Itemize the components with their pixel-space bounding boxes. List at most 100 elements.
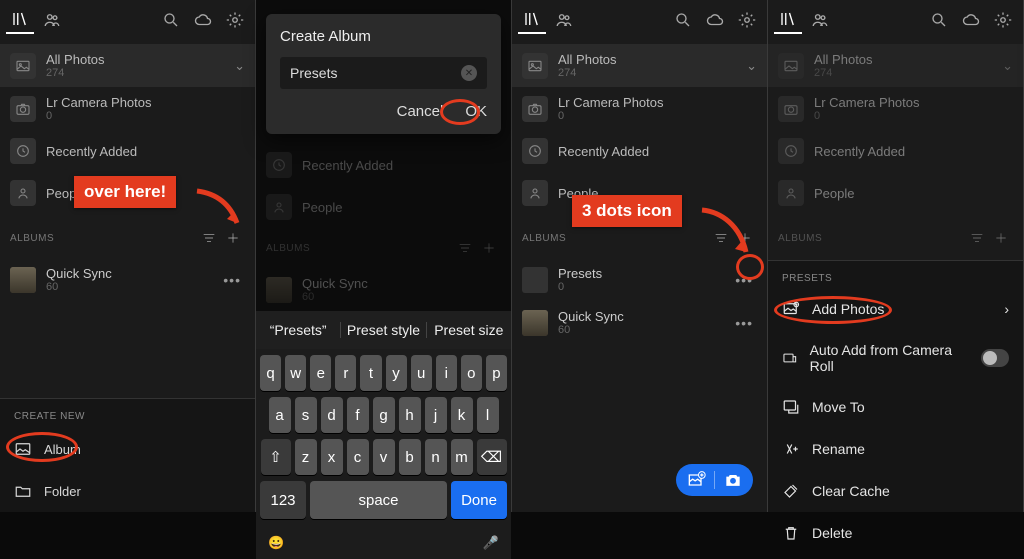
clock-icon (266, 152, 292, 178)
add-album-icon (477, 236, 501, 260)
person-icon (522, 180, 548, 206)
key-h[interactable]: h (399, 397, 421, 433)
settings-icon[interactable] (221, 6, 249, 34)
cancel-button[interactable]: Cancel (397, 103, 444, 120)
album-name-input[interactable]: Presets ✕ (280, 57, 487, 89)
menu-move-to[interactable]: Move To (768, 386, 1023, 428)
key-done[interactable]: Done (451, 481, 507, 519)
cloud-icon[interactable] (957, 6, 985, 34)
lr-camera-item[interactable]: Lr Camera Photos0 (0, 87, 255, 130)
cloud-icon[interactable] (189, 6, 217, 34)
folder-icon (14, 482, 32, 500)
all-photos-label: All Photos (46, 52, 224, 67)
key-i[interactable]: i (436, 355, 457, 391)
sort-icon[interactable] (709, 226, 733, 250)
camera-add-button[interactable] (676, 464, 753, 496)
key-w[interactable]: w (285, 355, 306, 391)
recently-added-item[interactable]: Recently Added (512, 130, 767, 172)
emoji-icon[interactable]: 😀 (268, 535, 284, 551)
album-quick-sync[interactable]: Quick Sync60 ••• (512, 301, 767, 344)
album-presets[interactable]: Presets0 ••• (512, 258, 767, 301)
key-a[interactable]: a (269, 397, 291, 433)
annotation-over-here: over here! (74, 176, 176, 208)
key-q[interactable]: q (260, 355, 281, 391)
recently-added-item[interactable]: Recently Added (0, 130, 255, 172)
auto-add-toggle[interactable] (981, 349, 1009, 367)
all-photos-count: 274 (46, 67, 224, 79)
move-icon (782, 398, 800, 416)
people-tab-icon[interactable] (38, 6, 66, 34)
key-m[interactable]: m (451, 439, 473, 475)
menu-delete[interactable]: Delete (768, 512, 1023, 554)
search-icon[interactable] (925, 6, 953, 34)
library-tab-icon[interactable] (774, 6, 802, 34)
lr-camera-label: Lr Camera Photos (46, 95, 245, 110)
library-tab-icon[interactable] (6, 6, 34, 34)
suggestion-3[interactable]: Preset size (427, 322, 511, 338)
key-v[interactable]: v (373, 439, 395, 475)
key-o[interactable]: o (461, 355, 482, 391)
clear-input-icon[interactable]: ✕ (461, 65, 477, 81)
key-t[interactable]: t (360, 355, 381, 391)
more-icon[interactable]: ••• (219, 272, 245, 288)
key-space[interactable]: space (310, 481, 447, 519)
cloud-icon[interactable] (701, 6, 729, 34)
key-123[interactable]: 123 (260, 481, 306, 519)
library-tab-icon[interactable] (518, 6, 546, 34)
key-f[interactable]: f (347, 397, 369, 433)
lr-camera-item[interactable]: Lr Camera Photos0 (512, 87, 767, 130)
chevron-down-icon[interactable]: ⌄ (234, 58, 245, 74)
people-tab-icon[interactable] (806, 6, 834, 34)
key-l[interactable]: l (477, 397, 499, 433)
annotation-ring-album (6, 432, 78, 462)
chevron-down-icon[interactable]: ⌄ (746, 58, 757, 74)
key-j[interactable]: j (425, 397, 447, 433)
people-tab-icon[interactable] (550, 6, 578, 34)
key-k[interactable]: k (451, 397, 473, 433)
key-x[interactable]: x (321, 439, 343, 475)
topbar (0, 0, 255, 40)
search-icon[interactable] (157, 6, 185, 34)
key-e[interactable]: e (310, 355, 331, 391)
key-p[interactable]: p (486, 355, 507, 391)
more-icon[interactable]: ••• (731, 315, 757, 331)
key-s[interactable]: s (295, 397, 317, 433)
menu-auto-add[interactable]: Auto Add from Camera Roll (768, 330, 1023, 386)
backspace-key[interactable]: ⌫ (477, 439, 507, 475)
key-n[interactable]: n (425, 439, 447, 475)
key-g[interactable]: g (373, 397, 395, 433)
menu-rename[interactable]: Rename (768, 428, 1023, 470)
menu-clear-cache[interactable]: Clear Cache (768, 470, 1023, 512)
create-folder-option[interactable]: Folder (0, 470, 255, 512)
pane-2-create-dialog: Create Album Presets ✕ Cancel OK Recentl… (256, 0, 512, 512)
suggestion-2[interactable]: Preset style (340, 322, 426, 338)
suggestion-1[interactable]: “Presets” (256, 322, 340, 338)
mic-icon[interactable]: 🎤 (483, 535, 499, 551)
sort-icon[interactable] (197, 226, 221, 250)
add-album-icon[interactable] (221, 226, 245, 250)
albums-header: ALBUMS (0, 218, 255, 258)
key-u[interactable]: u (411, 355, 432, 391)
settings-icon[interactable] (733, 6, 761, 34)
settings-icon[interactable] (989, 6, 1017, 34)
search-icon[interactable] (669, 6, 697, 34)
pane-3-album-created: All Photos274 ⌄ Lr Camera Photos0 Recent… (512, 0, 768, 512)
album-thumbnail (522, 310, 548, 336)
keyboard: “Presets” Preset style Preset size qwert… (256, 311, 511, 559)
add-album-icon[interactable] (733, 226, 757, 250)
image-icon (522, 53, 548, 79)
rename-icon (782, 440, 800, 458)
key-y[interactable]: y (386, 355, 407, 391)
all-photos-item[interactable]: All Photos274 ⌄ (512, 44, 767, 87)
all-photos-item[interactable]: All Photos274 ⌄ (0, 44, 255, 87)
album-quick-sync[interactable]: Quick Sync60 ••• (0, 258, 255, 301)
key-r[interactable]: r (335, 355, 356, 391)
key-b[interactable]: b (399, 439, 421, 475)
key-c[interactable]: c (347, 439, 369, 475)
key-z[interactable]: z (295, 439, 317, 475)
shift-key[interactable]: ⇧ (261, 439, 291, 475)
create-new-label: CREATE NEW (0, 399, 255, 428)
pane-1-library: All Photos274 ⌄ Lr Camera Photos0 Recent… (0, 0, 256, 512)
add-image-icon (686, 470, 706, 490)
key-d[interactable]: d (321, 397, 343, 433)
